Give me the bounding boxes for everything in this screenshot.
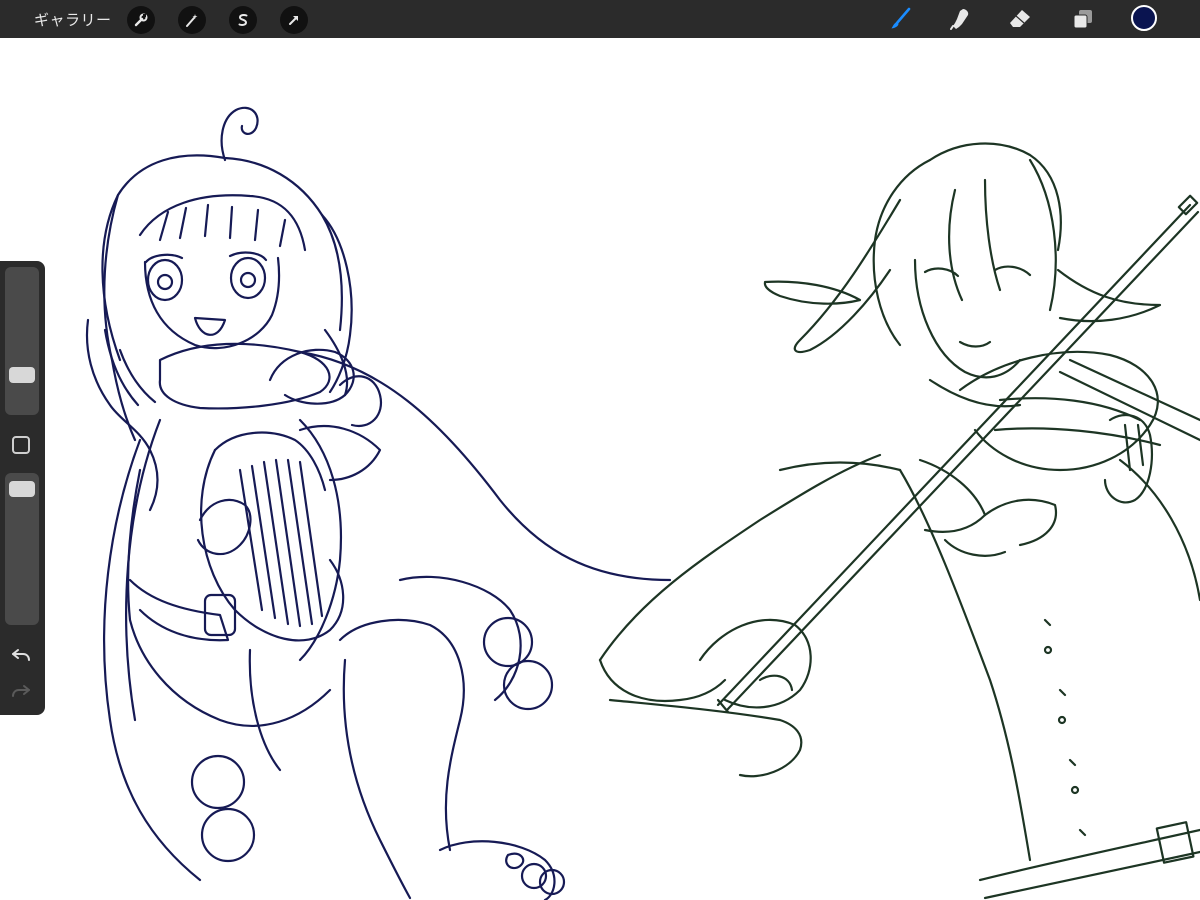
brush-button[interactable] [887,5,915,33]
undo-arrow-icon [12,649,30,661]
gallery-button[interactable]: ギャラリー [34,9,112,30]
selection-s-icon [238,13,248,26]
opacity-slider[interactable] [5,473,39,625]
modify-button[interactable] [12,436,30,454]
procreate-app: ギャラリー [0,0,1200,900]
left-sidebar [0,261,45,715]
eraser-button[interactable] [1006,5,1034,33]
undo-button[interactable] [8,645,34,667]
smudge-icon [950,9,969,30]
magic-wand-icon [186,14,198,27]
color-swatch[interactable] [1131,5,1157,31]
girl-with-harp-artwork [85,106,672,900]
wrench-icon [134,13,148,27]
redo-arrow-icon [12,685,30,697]
selection-button[interactable] [229,6,257,34]
brush-size-slider[interactable] [5,267,39,415]
transform-arrow-icon [289,16,298,25]
line-art-drawing [85,106,1200,900]
brush-icon [891,7,911,29]
adjustments-button[interactable] [178,6,206,34]
transform-button[interactable] [280,6,308,34]
drawing-canvas[interactable] [0,38,1200,900]
actions-button[interactable] [127,6,155,34]
layers-button[interactable] [1069,5,1097,33]
top-toolbar: ギャラリー [0,0,1200,38]
smudge-button[interactable] [946,5,974,33]
opacity-slider-thumb[interactable] [9,481,35,497]
layers-icon [1073,10,1092,29]
violinist-artwork [598,142,1200,900]
eraser-icon [1010,10,1030,27]
brush-size-slider-thumb[interactable] [9,367,35,383]
redo-button[interactable] [8,681,34,703]
